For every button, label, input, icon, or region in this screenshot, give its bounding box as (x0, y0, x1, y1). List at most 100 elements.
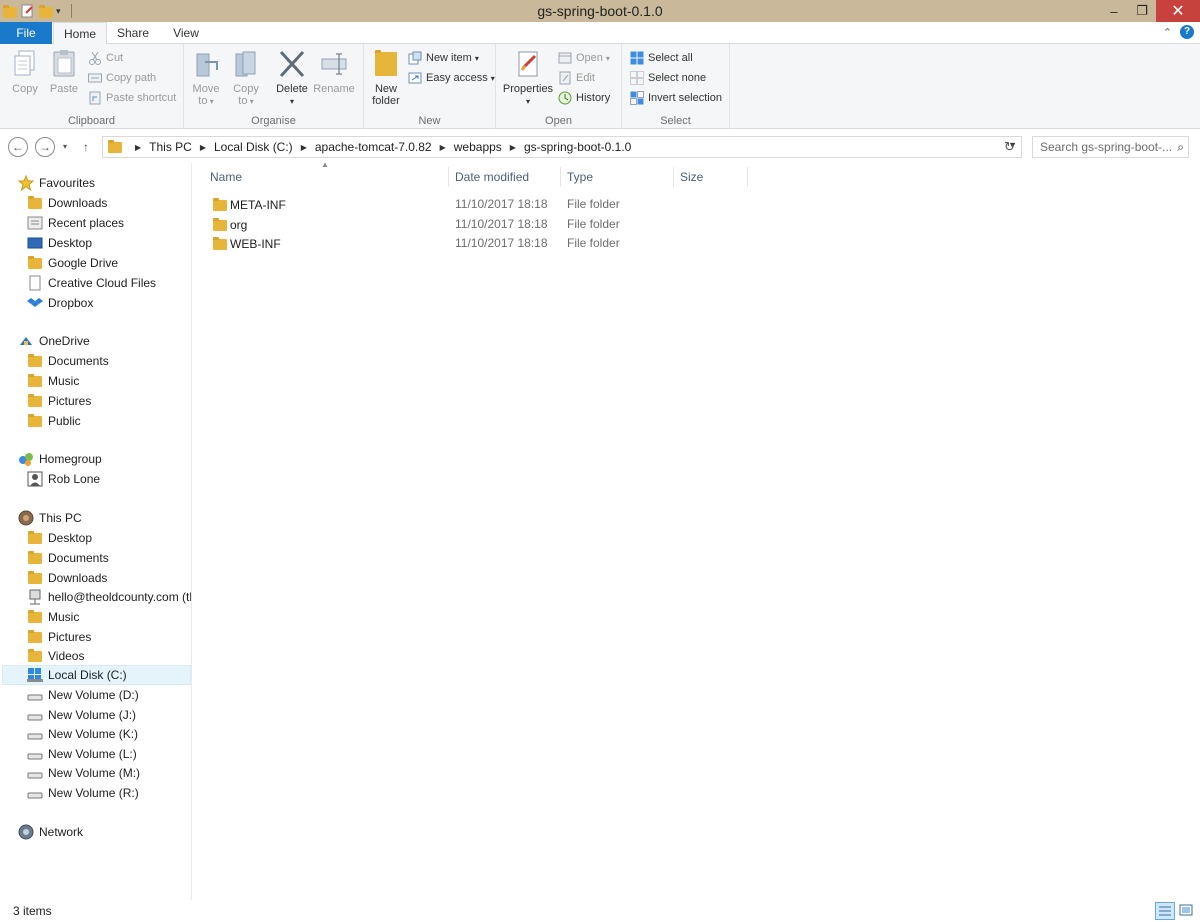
easy-access-button[interactable]: Easy access ▾ (408, 68, 495, 88)
large-icons-view-button[interactable] (1177, 902, 1197, 920)
nav-pc-network-location[interactable]: hello@theoldcounty.com (th (27, 587, 191, 607)
nav-item-google-drive[interactable]: Google Drive (27, 253, 118, 273)
file-type: File folder (567, 197, 620, 211)
paste-button[interactable]: Paste (46, 48, 82, 95)
select-all-button[interactable]: Select all (630, 48, 693, 68)
file-row[interactable]: org 11/10/2017 18:18 File folder (204, 214, 654, 234)
paste-icon (49, 48, 79, 80)
nav-item-downloads[interactable]: Downloads (27, 193, 107, 213)
properties-button[interactable]: Properties ▾ (502, 48, 554, 108)
new-item-button[interactable]: New item ▾ (408, 48, 479, 68)
nav-pc-local-disk-c[interactable]: Local Disk (C:) (2, 665, 191, 685)
nav-item-creative-cloud-files[interactable]: Creative Cloud Files (27, 273, 156, 293)
recent-locations-button[interactable]: ▾ (63, 137, 67, 157)
nav-pc-volume-d[interactable]: New Volume (D:) (27, 685, 139, 705)
close-button[interactable]: ✕ (1156, 0, 1200, 22)
details-view-button[interactable] (1155, 902, 1175, 920)
nav-this-pc[interactable]: This PC (18, 508, 82, 528)
delete-button[interactable]: Delete ▾ (272, 48, 312, 108)
file-date: 11/10/2017 18:18 (455, 197, 548, 211)
rename-button[interactable]: Rename (312, 48, 356, 95)
nav-favourites[interactable]: Favourites (17, 173, 95, 193)
folder-icon (212, 236, 228, 252)
nav-homegroup[interactable]: Homegroup (18, 449, 102, 469)
google-drive-folder-icon (27, 255, 43, 271)
column-header-size[interactable]: Size (680, 167, 703, 187)
copy-to-button[interactable]: Copy to ▾ (228, 48, 264, 108)
nav-pc-volume-m[interactable]: New Volume (M:) (27, 763, 140, 783)
column-header-date-modified[interactable]: Date modified (455, 167, 529, 187)
breadcrumb-local-disk[interactable]: Local Disk (C:) ▶ (214, 140, 315, 154)
address-folder-icon (107, 139, 123, 155)
nav-pc-videos[interactable]: Videos (27, 646, 84, 666)
copy-path-button[interactable]: Copy path (88, 68, 156, 88)
address-bar[interactable]: ▶ This PC ▶ Local Disk (C:) ▶ apache-tomca… (102, 136, 1022, 158)
breadcrumb-this-pc[interactable]: This PC ▶ (149, 140, 214, 154)
cut-button[interactable]: Cut (88, 48, 123, 68)
file-row[interactable]: WEB-INF 11/10/2017 18:18 File folder (204, 233, 654, 253)
search-box[interactable]: Search gs-spring-boot-... ⌕ (1032, 136, 1189, 158)
column-header-type[interactable]: Type (567, 167, 593, 187)
nav-onedrive-public[interactable]: Public (27, 411, 81, 431)
breadcrumb-current-folder[interactable]: gs-spring-boot-0.1.0 (524, 140, 631, 154)
select-none-button[interactable]: Select none (630, 68, 706, 88)
nav-pc-volume-j[interactable]: New Volume (J:) (27, 705, 136, 725)
ribbon-collapse-icon[interactable]: ⌃ (1163, 26, 1172, 39)
nav-item-recent-places[interactable]: Recent places (27, 213, 124, 233)
breadcrumb-chevron-icon[interactable]: ▶ (135, 143, 141, 152)
nav-onedrive-music[interactable]: Music (27, 371, 79, 391)
history-button[interactable]: History (558, 88, 610, 108)
nav-pc-music[interactable]: Music (27, 607, 79, 627)
back-button[interactable]: ← (8, 137, 28, 157)
nav-pc-desktop[interactable]: Desktop (27, 528, 92, 548)
edit-icon (558, 71, 572, 85)
forward-button[interactable]: → (35, 137, 55, 157)
nav-pc-volume-r[interactable]: New Volume (R:) (27, 783, 139, 803)
help-icon[interactable]: ? (1180, 25, 1194, 39)
nav-item-rob-lone[interactable]: Rob Lone (27, 469, 100, 489)
nav-pc-documents[interactable]: Documents (27, 548, 109, 568)
nav-pc-volume-l[interactable]: New Volume (L:) (27, 744, 137, 764)
copy-button[interactable]: Copy (6, 48, 44, 95)
select-all-icon (630, 51, 644, 65)
paste-shortcut-button[interactable]: Paste shortcut (88, 88, 176, 108)
tab-share[interactable]: Share (108, 22, 158, 44)
tab-home[interactable]: Home (53, 22, 107, 45)
invert-selection-button[interactable]: Invert selection (630, 88, 722, 108)
up-button[interactable]: ↑ (83, 137, 89, 157)
clipboard-group-label: Clipboard (67, 115, 116, 127)
new-group-label: New (418, 115, 441, 127)
file-row[interactable]: META-INF 11/10/2017 18:18 File folder (204, 194, 654, 214)
new-folder-button[interactable]: New folder (368, 48, 404, 107)
new-item-icon (408, 51, 422, 65)
breadcrumb-webapps[interactable]: webapps ▶ (454, 140, 524, 154)
nav-pc-volume-k[interactable]: New Volume (K:) (27, 724, 138, 744)
column-divider[interactable] (747, 167, 748, 187)
column-divider[interactable] (673, 167, 674, 187)
nav-onedrive-pictures[interactable]: Pictures (27, 391, 91, 411)
nav-onedrive-documents[interactable]: Documents (27, 351, 109, 371)
column-divider[interactable] (560, 167, 561, 187)
breadcrumb-apache-tomcat[interactable]: apache-tomcat-7.0.82 ▶ (315, 140, 454, 154)
move-to-button[interactable]: Move to ▾ (188, 48, 224, 108)
move-to-icon (191, 48, 221, 80)
nav-onedrive[interactable]: OneDrive (18, 331, 90, 351)
column-divider[interactable] (448, 167, 449, 187)
edit-button[interactable]: Edit (558, 68, 595, 88)
open-button[interactable]: Open ▾ (558, 48, 610, 68)
nav-pc-downloads[interactable]: Downloads (27, 568, 107, 588)
minimize-button[interactable]: – (1100, 0, 1128, 22)
star-icon (17, 174, 35, 192)
tab-file[interactable]: File (0, 22, 52, 44)
nav-network[interactable]: Network (18, 822, 83, 842)
folder-icon (27, 393, 43, 409)
tab-view[interactable]: View (160, 22, 212, 44)
cut-label: Cut (106, 52, 124, 64)
nav-item-dropbox[interactable]: Dropbox (27, 293, 93, 313)
column-header-name[interactable]: Name (210, 167, 242, 187)
nav-pc-pictures[interactable]: Pictures (27, 627, 91, 647)
refresh-button[interactable]: ↻ (998, 136, 1022, 158)
nav-item-desktop[interactable]: Desktop (27, 233, 92, 253)
copy-icon (10, 48, 40, 80)
restore-button[interactable]: ❐ (1128, 0, 1156, 22)
